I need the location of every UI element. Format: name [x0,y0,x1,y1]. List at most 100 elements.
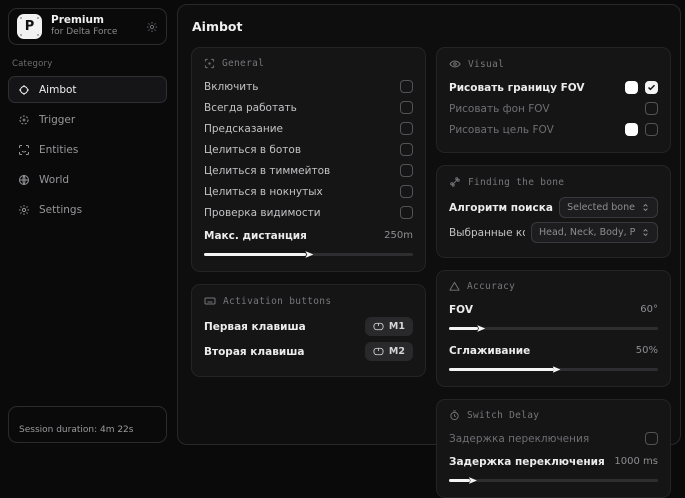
keybind-label: Первая клавиша [204,321,306,333]
globe-icon [18,174,30,186]
session-duration-box: Session duration: 4m 22s [8,406,167,443]
timer-icon [449,410,460,421]
checkbox[interactable] [400,164,413,177]
sidebar-item-world[interactable]: World [8,166,167,193]
max-distance-label: Макс. дистанция [204,230,307,242]
checkbox[interactable] [400,101,413,114]
fov-slider[interactable] [449,324,658,333]
general-card: General Включить Всегда работать Предска… [191,47,426,272]
slider-fill[interactable] [204,253,306,256]
visual-row: Рисовать границу FOV [449,77,658,98]
sidebar-item-label: Entities [39,144,78,156]
color-swatch[interactable] [625,81,638,94]
color-swatch[interactable] [625,123,638,136]
checkbox[interactable] [645,432,658,445]
sidebar-item-aimbot[interactable]: Aimbot [8,76,167,103]
keybind-value: M2 [389,346,405,357]
keybind-label: Вторая клавиша [204,346,304,358]
bone-label: Выбранные кос [449,227,525,239]
keybind-row: Первая клавиша M1 [204,314,413,339]
general-header: General [204,58,413,69]
visual-controls [625,123,658,136]
selected-bones-select[interactable]: Head, Neck, Body, Pe... [531,222,658,243]
switch-delay-ms-value: 1000 ms [614,456,658,467]
toggle-row: Целиться в ботов [204,139,413,160]
category-label: Category [12,59,167,69]
sidebar-nav: Aimbot Trigger Entities World [8,76,167,226]
select-value: Selected bone [567,202,635,213]
bone-label: Алгоритм поиска кост [449,202,553,214]
checkbox[interactable] [645,102,658,115]
checkbox[interactable] [645,81,658,94]
left-column: General Включить Всегда работать Предска… [191,47,426,377]
switch-delay-header-label: Switch Delay [467,410,539,421]
keybind-row: Вторая клавиша M2 [204,339,413,364]
visual-header-label: Visual [468,59,504,70]
accuracy-card: Accuracy FOV 60° Сглаживание 50% [436,270,671,387]
right-column: Visual Рисовать границу FOV Рисовать фон… [436,47,671,498]
brand-text: Premium for Delta Force [51,14,137,38]
gear-icon[interactable] [146,21,158,33]
switch-delay-toggle-row: Задержка переключения [449,428,658,449]
switch-delay-ms-row: Задержка переключения (мс) 1000 ms [449,451,658,472]
sidebar-item-label: World [39,174,69,186]
sidebar-item-settings[interactable]: Settings [8,196,167,223]
checkbox[interactable] [645,123,658,136]
toggle-row: Предсказание [204,118,413,139]
visual-card: Visual Рисовать границу FOV Рисовать фон… [436,47,671,153]
bone-row: Алгоритм поиска кост Selected bone [449,195,658,220]
fov-row: FOV 60° [449,299,658,320]
toggle-label: Целиться в ботов [204,144,301,156]
brand-card[interactable]: P Premium for Delta Force [8,8,167,45]
toggle-row: Целиться в тиммейтов [204,160,413,181]
max-distance-slider[interactable] [204,250,413,259]
slider-fill[interactable] [449,479,470,482]
brand-logo: P [17,14,42,39]
visual-row: Рисовать фон FOV [449,98,658,119]
checkbox[interactable] [400,185,413,198]
checkbox[interactable] [400,122,413,135]
checkbox[interactable] [400,80,413,93]
visual-label: Рисовать фон FOV [449,103,550,115]
switch-delay-slider[interactable] [449,476,658,485]
smoothing-slider[interactable] [449,365,658,374]
bone-algorithm-select[interactable]: Selected bone [559,197,658,218]
keybind-button[interactable]: M1 [365,317,413,336]
slider-fill[interactable] [449,327,478,330]
smoothing-row: Сглаживание 50% [449,340,658,361]
fov-label: FOV [449,304,473,316]
brand-title: Premium [51,14,137,27]
visual-label: Рисовать границу FOV [449,82,585,94]
scan-face-icon [18,144,30,156]
smoothing-label: Сглаживание [449,345,530,357]
checkbox[interactable] [400,143,413,156]
toggle-row: Включить [204,76,413,97]
accuracy-header: Accuracy [449,281,658,292]
toggle-row: Проверка видимости [204,202,413,223]
activation-header: Activation buttons [204,295,413,307]
general-header-label: General [222,58,264,69]
bone-row: Выбранные кос Head, Neck, Body, Pe... [449,220,658,245]
select-value: Head, Neck, Body, Pe... [539,227,635,238]
checkbox[interactable] [400,206,413,219]
toggle-row: Всегда работать [204,97,413,118]
sidebar-item-label: Trigger [39,114,75,126]
visual-controls [645,102,658,115]
keybind-value: M1 [389,321,405,332]
slider-fill[interactable] [449,368,554,371]
keybind-button[interactable]: M2 [365,342,413,361]
eye-icon [449,58,461,70]
trigger-icon [18,114,30,126]
max-distance-value: 250m [384,230,413,241]
toggle-label: Предсказание [204,123,283,135]
switch-delay-ms-label: Задержка переключения (мс) [449,456,608,468]
bone-icon [449,176,461,188]
toggle-label: Целиться в нокнутых [204,186,323,198]
app-window: P Premium for Delta Force Category Aimbo… [0,0,685,449]
mouse-icon [373,322,384,331]
scan-icon [204,58,215,69]
activation-header-label: Activation buttons [223,296,331,307]
sidebar-item-entities[interactable]: Entities [8,136,167,163]
sidebar-item-trigger[interactable]: Trigger [8,106,167,133]
page-title: Aimbot [192,19,671,34]
